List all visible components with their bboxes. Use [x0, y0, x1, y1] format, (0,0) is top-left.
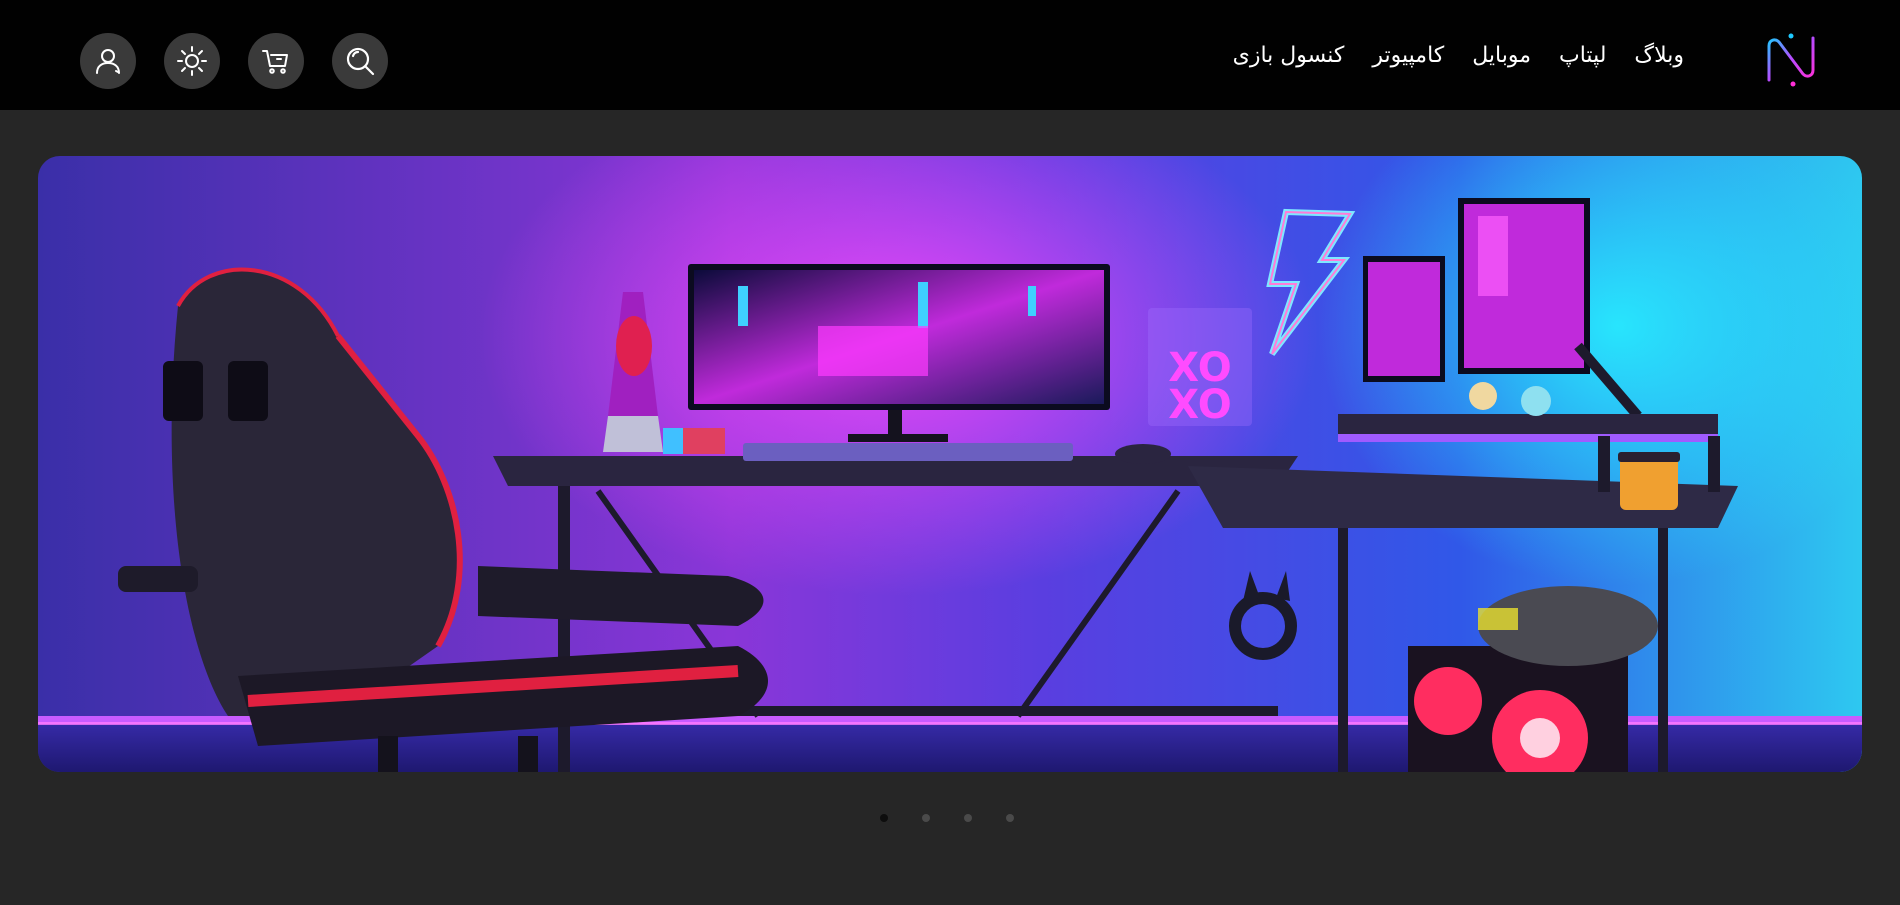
carousel-dot-3[interactable] [964, 814, 972, 822]
hero-image: XO XO [38, 156, 1862, 772]
brand-logo[interactable] [1763, 30, 1821, 90]
nav-item-laptop[interactable]: لپتاپ [1559, 43, 1606, 68]
svg-text:XO: XO [1168, 382, 1231, 428]
search-icon [346, 47, 375, 76]
cart-icon [262, 50, 288, 74]
theme-toggle-button[interactable] [164, 33, 220, 89]
user-icon [96, 49, 120, 74]
logo-icon [1767, 33, 1815, 87]
nav-item-console[interactable]: کنسول بازی [1233, 43, 1345, 68]
carousel-dot-4[interactable] [1006, 814, 1014, 822]
search-button[interactable] [332, 33, 388, 89]
carousel-dot-2[interactable] [922, 814, 930, 822]
nav-item-mobile[interactable]: موبایل [1472, 43, 1531, 68]
top-navigation-bar: کنسول بازی کامپیوتر موبایل لپتاپ وبلاگ [0, 0, 1900, 110]
cart-button[interactable] [248, 33, 304, 89]
main-nav: کنسول بازی کامپیوتر موبایل لپتاپ وبلاگ [1233, 0, 1684, 110]
carousel-pagination [880, 814, 1020, 826]
sun-icon [177, 46, 207, 76]
hero-banner[interactable]: XO XO [38, 156, 1862, 772]
nav-item-computer[interactable]: کامپیوتر [1372, 43, 1444, 68]
user-account-button[interactable] [80, 33, 136, 89]
nav-item-blog[interactable]: وبلاگ [1634, 43, 1684, 68]
carousel-dot-1[interactable] [880, 814, 888, 822]
